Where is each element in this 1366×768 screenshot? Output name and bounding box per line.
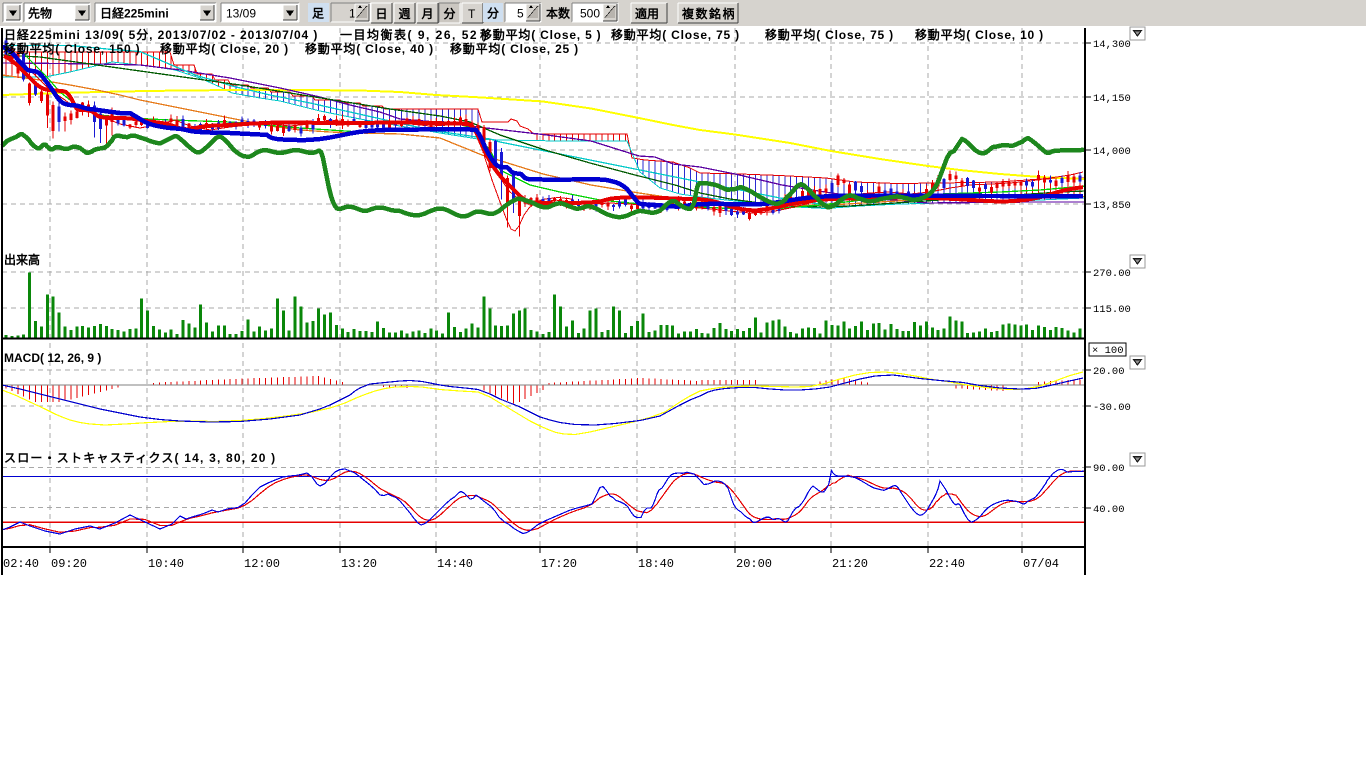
svg-text:移動平均( Close, 75 ): 移動平均( Close, 75 ): [765, 27, 894, 42]
svg-text:移動平均( Close, 150 ): 移動平均( Close, 150 ): [4, 41, 140, 56]
svg-text:14,300: 14,300: [1093, 39, 1131, 51]
svg-text:22:40: 22:40: [929, 557, 965, 571]
svg-text:分: 分: [444, 6, 456, 21]
svg-text:移動平均( Close, 20 ): 移動平均( Close, 20 ): [160, 41, 289, 56]
svg-text:週: 週: [399, 6, 411, 21]
svg-text:13,850: 13,850: [1093, 200, 1131, 212]
svg-text:12:00: 12:00: [244, 557, 280, 571]
svg-text:115.00: 115.00: [1093, 304, 1131, 316]
svg-text:分: 分: [487, 6, 499, 21]
svg-text:日経225mini: 日経225mini: [100, 6, 169, 21]
svg-text:日: 日: [376, 7, 388, 21]
svg-text:適用: 適用: [635, 6, 659, 21]
svg-text:一目均衡表( 9, 26, 52 ): 一目均衡表( 9, 26, 52 ): [340, 27, 488, 42]
svg-text:07/04: 07/04: [1023, 557, 1059, 571]
svg-text:270.00: 270.00: [1093, 268, 1131, 280]
svg-text:月: 月: [421, 7, 434, 21]
svg-text:14,150: 14,150: [1093, 93, 1131, 105]
svg-text:移動平均( Close, 25 ): 移動平均( Close, 25 ): [450, 41, 579, 56]
svg-text:09:20: 09:20: [51, 557, 87, 571]
svg-text:複数銘柄: 複数銘柄: [681, 6, 736, 21]
svg-text:500: 500: [580, 7, 600, 21]
svg-text:本数: 本数: [546, 6, 571, 21]
svg-text:5: 5: [517, 7, 524, 21]
svg-text:-30.00: -30.00: [1093, 402, 1131, 414]
svg-text:10:40: 10:40: [148, 557, 184, 571]
svg-text:スロー・ストキャスティクス( 14, 3, 80, 20 ): スロー・ストキャスティクス( 14, 3, 80, 20 ): [4, 451, 276, 465]
svg-text:02:40: 02:40: [3, 557, 39, 571]
svg-text:移動平均( Close, 75 ): 移動平均( Close, 75 ): [611, 27, 740, 42]
svg-text:先物: 先物: [28, 6, 52, 21]
svg-text:移動平均( Close, 40 ): 移動平均( Close, 40 ): [305, 41, 434, 56]
svg-text:MACD( 12, 26, 9 ): MACD( 12, 26, 9 ): [4, 351, 101, 365]
svg-text:20.00: 20.00: [1093, 366, 1125, 378]
svg-text:出来高: 出来高: [4, 252, 40, 267]
svg-text:T: T: [468, 7, 476, 21]
svg-text:90.00: 90.00: [1093, 463, 1125, 475]
svg-text:17:20: 17:20: [541, 557, 577, 571]
svg-text:13:20: 13:20: [341, 557, 377, 571]
svg-text:× 100: × 100: [1092, 345, 1124, 357]
svg-text:18:40: 18:40: [638, 557, 674, 571]
svg-text:移動平均( Close, 5 ): 移動平均( Close, 5 ): [480, 27, 601, 42]
svg-text:13/09: 13/09: [226, 7, 256, 21]
svg-text:移動平均( Close, 10 ): 移動平均( Close, 10 ): [915, 27, 1044, 42]
svg-text:14,000: 14,000: [1093, 146, 1131, 158]
svg-text:日経225mini 13/09( 5分, 2013/07/0: 日経225mini 13/09( 5分, 2013/07/02 - 2013/0…: [4, 27, 318, 42]
svg-text:足: 足: [312, 7, 324, 21]
svg-text:21:20: 21:20: [832, 557, 868, 571]
svg-text:14:40: 14:40: [437, 557, 473, 571]
svg-text:40.00: 40.00: [1093, 504, 1125, 516]
svg-text:20:00: 20:00: [736, 557, 772, 571]
